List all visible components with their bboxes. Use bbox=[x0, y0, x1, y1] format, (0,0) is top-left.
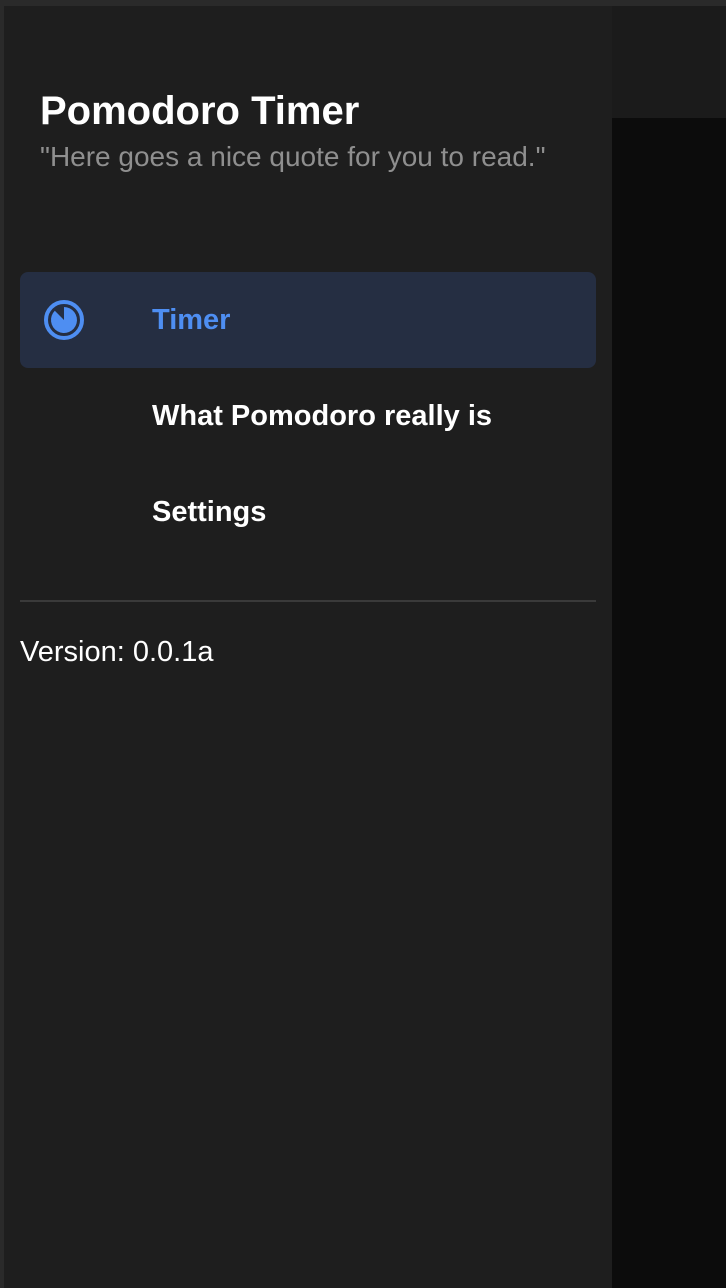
nav-item-timer[interactable]: Timer bbox=[20, 272, 596, 368]
version-label: Version: 0.0.1a bbox=[20, 636, 214, 668]
nav-item-settings[interactable]: Settings bbox=[20, 464, 596, 560]
timer-icon bbox=[44, 300, 84, 340]
navigation-drawer: Pomodoro Timer "Here goes a nice quote f… bbox=[4, 6, 612, 1288]
nav-item-what-pomodoro-really-is[interactable]: What Pomodoro really is bbox=[20, 368, 596, 464]
nav-item-label: Timer bbox=[152, 304, 231, 336]
drawer-quote: "Here goes a nice quote for you to read.… bbox=[40, 141, 546, 172]
nav-item-label: What Pomodoro really is bbox=[152, 400, 492, 432]
drawer-title: Pomodoro Timer bbox=[40, 89, 360, 133]
nav-item-label: Settings bbox=[152, 496, 267, 528]
app-window: Pomodoro Timer "Here goes a nice quote f… bbox=[4, 6, 726, 1288]
drawer-divider bbox=[20, 600, 596, 602]
